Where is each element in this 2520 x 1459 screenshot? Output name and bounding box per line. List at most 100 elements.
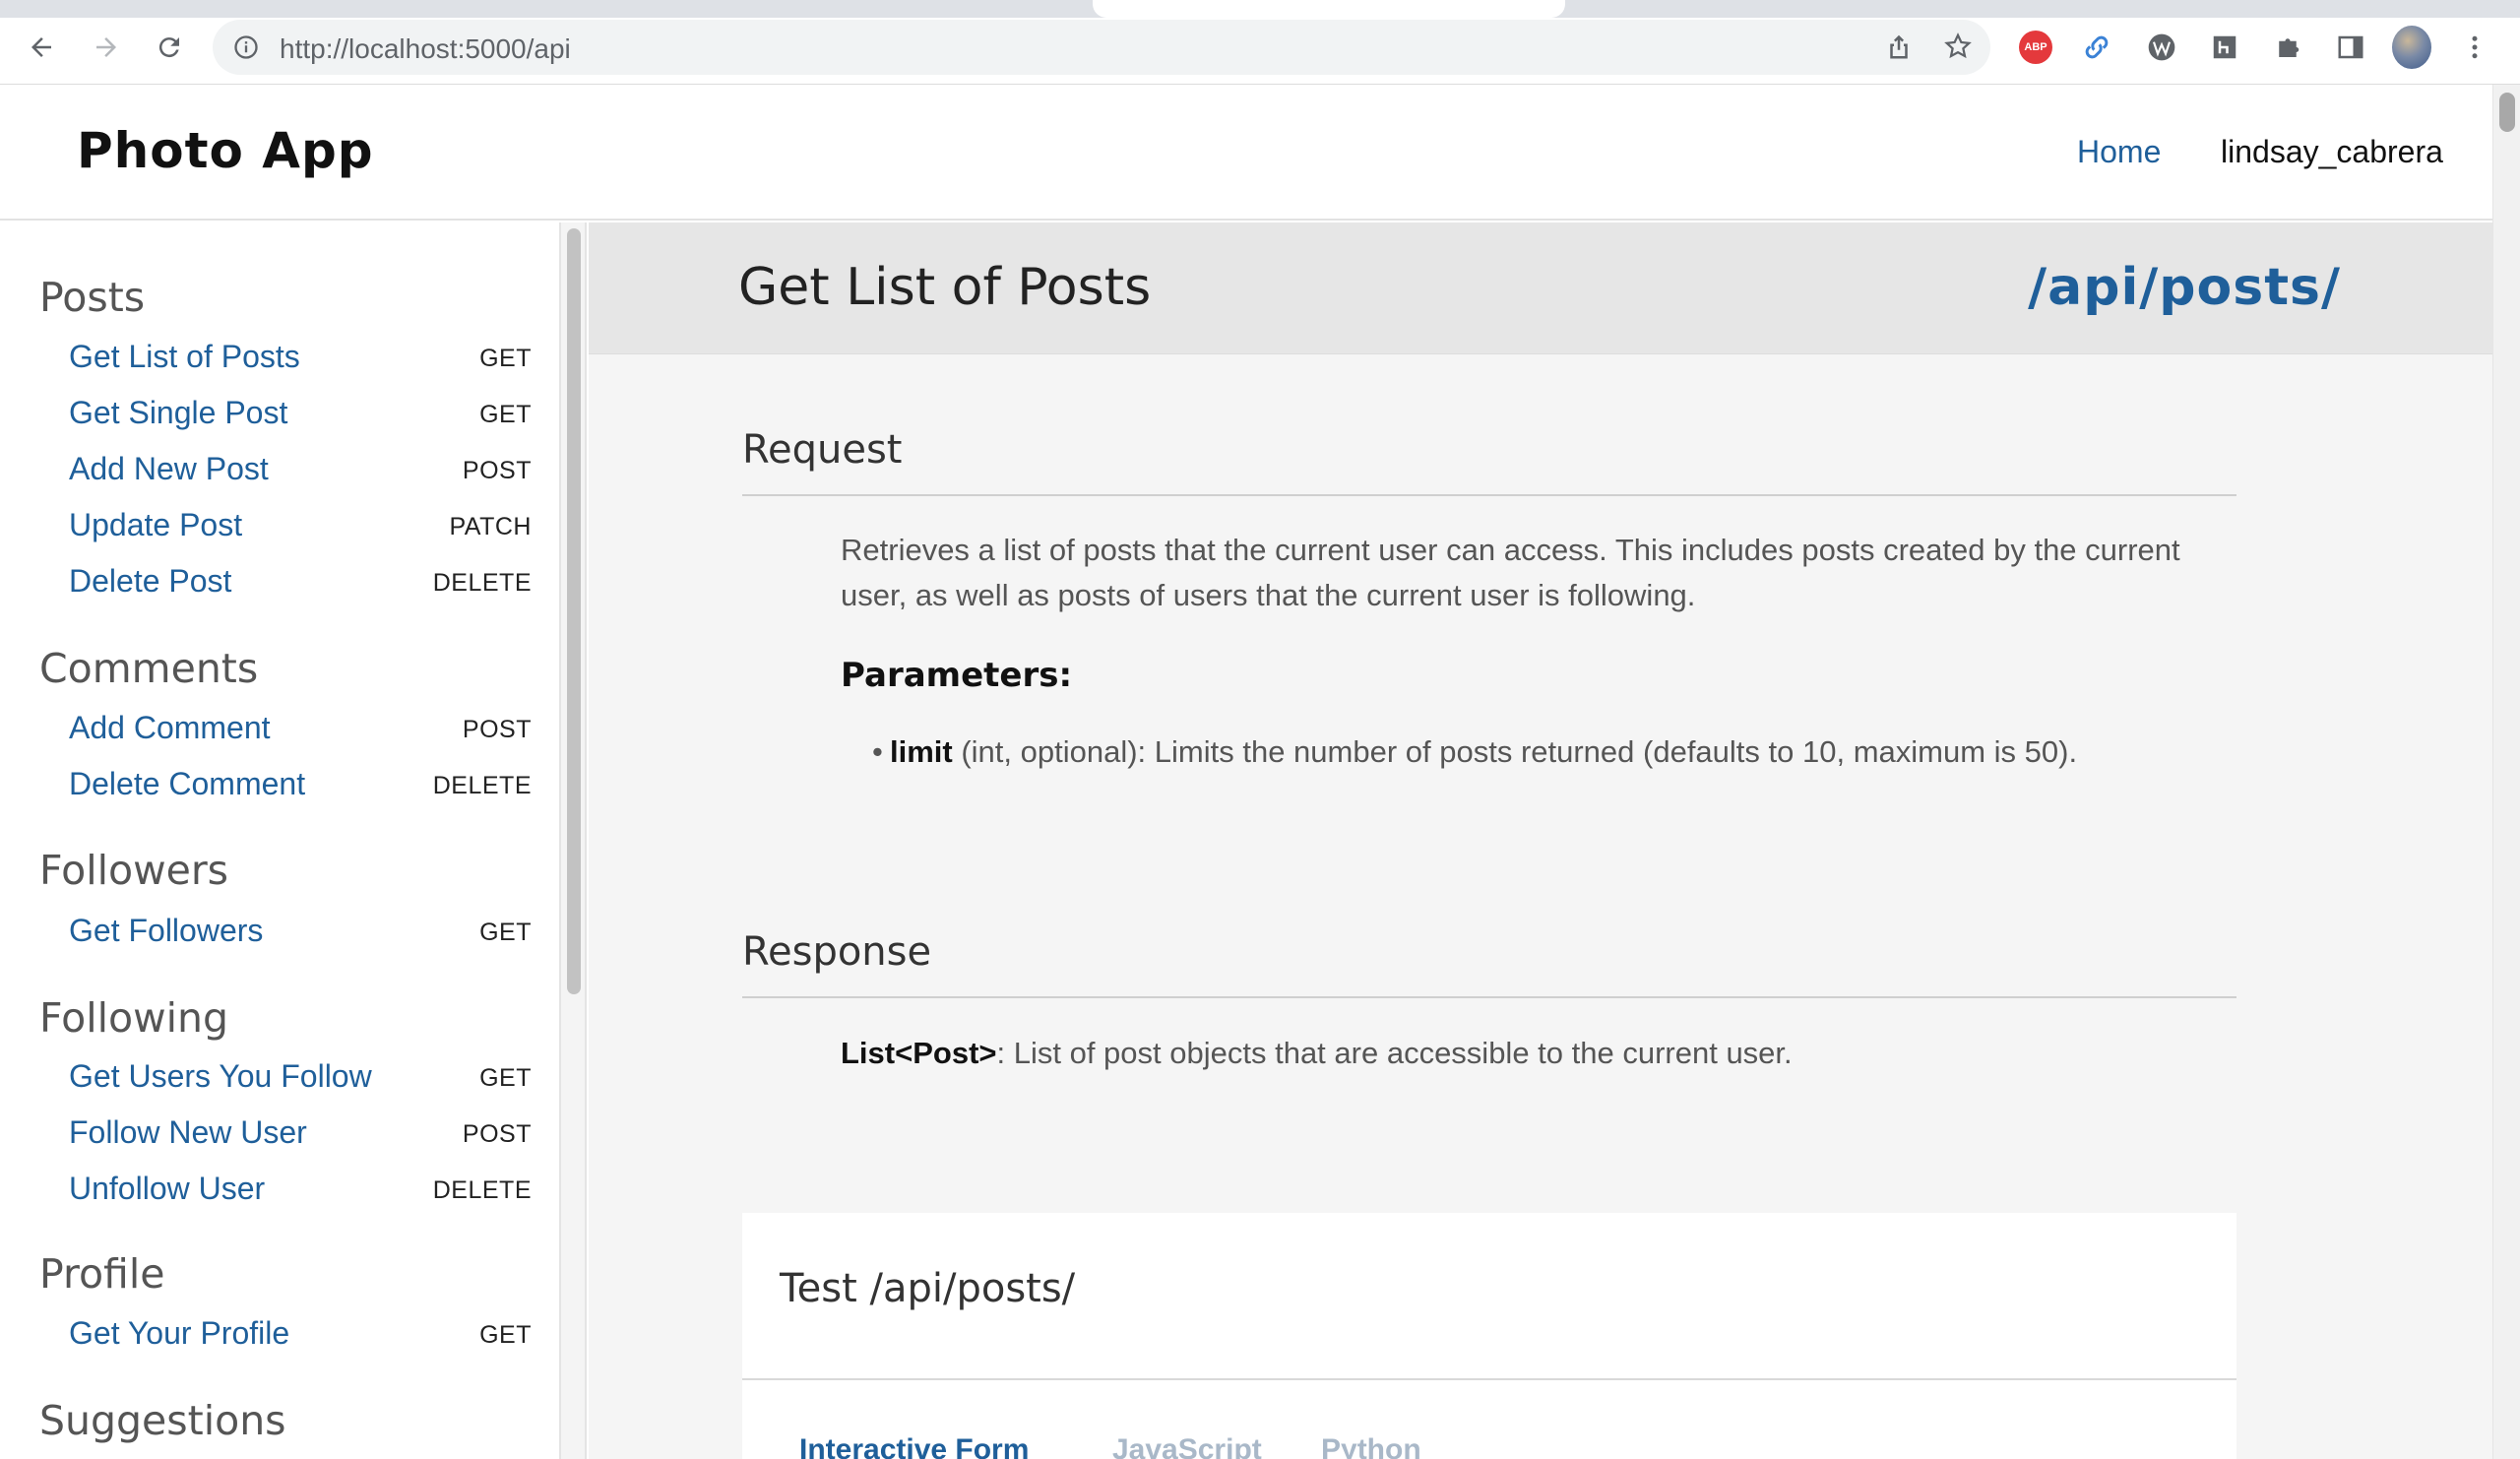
sidebar-section-posts: Posts: [39, 274, 146, 321]
tab-javascript[interactable]: JavaScript: [1112, 1433, 1262, 1459]
tab-interactive-form[interactable]: Interactive Form: [799, 1433, 1029, 1459]
sidebar-item-label: Get Users You Follow: [69, 1058, 372, 1094]
side-panel-icon: [2338, 35, 2363, 59]
sidebar-item-label: Update Post: [69, 507, 243, 542]
tab-python[interactable]: Python: [1321, 1433, 1421, 1459]
response-text: : List of post objects that are accessib…: [996, 1036, 1793, 1070]
sidebar-item-add-new-post[interactable]: Add New Post POST: [69, 447, 532, 492]
browser-menu-button[interactable]: [2455, 28, 2494, 67]
sidebar-item-label: Add New Post: [69, 451, 269, 486]
sidebar-section-followers: Followers: [39, 847, 229, 894]
browser-tab-active[interactable]: [1093, 0, 1565, 18]
current-username[interactable]: lindsay_cabrera: [2221, 134, 2443, 170]
share-icon[interactable]: [1884, 32, 1914, 66]
bookmark-star-icon[interactable]: [1943, 32, 1973, 66]
sidebar-item-get-followers[interactable]: Get Followers GET: [69, 909, 532, 954]
tab-strip: [0, 0, 2520, 18]
sidebar-nav: Posts Get List of Posts GET Get Single P…: [0, 222, 561, 1459]
parameter-description: (int, optional): Limits the number of po…: [952, 734, 2078, 769]
sidebar-item-label: Get List of Posts: [69, 339, 300, 374]
sidebar-item-get-your-profile[interactable]: Get Your Profile GET: [69, 1311, 532, 1357]
test-panel-title: Test /api/posts/: [780, 1266, 1076, 1311]
link-extension[interactable]: [2077, 28, 2116, 67]
sidebar-item-follow-new-user[interactable]: Follow New User POST: [69, 1110, 532, 1156]
nav-home-link[interactable]: Home: [2077, 134, 2161, 170]
endpoint-path: /api/posts/: [2028, 258, 2341, 317]
sidebar-item-unfollow-user[interactable]: Unfollow User DELETE: [69, 1167, 532, 1212]
sidebar-item-label: Add Comment: [69, 710, 271, 745]
hn-icon: [2213, 35, 2236, 59]
page-scrollbar-thumb[interactable]: [2499, 93, 2515, 132]
app-header: Photo App Home lindsay_cabrera: [0, 85, 2492, 221]
sidebar-item-label: Get Single Post: [69, 395, 288, 430]
page-scrollbar[interactable]: [2492, 85, 2520, 1459]
sidebar-item-get-users-you-follow[interactable]: Get Users You Follow GET: [69, 1054, 532, 1100]
kebab-menu-icon: [2472, 35, 2478, 59]
sidebar-item-get-single-post[interactable]: Get Single Post GET: [69, 391, 532, 436]
http-method-badge: GET: [479, 345, 532, 372]
sidebar-item-delete-post[interactable]: Delete Post DELETE: [69, 559, 532, 604]
http-method-badge: PATCH: [449, 513, 532, 540]
app-brand[interactable]: Photo App: [77, 122, 374, 179]
sidebar-item-label: Unfollow User: [69, 1171, 266, 1206]
back-button[interactable]: [22, 28, 61, 67]
response-description: List<Post>: List of post objects that ar…: [841, 1036, 2219, 1071]
http-method-badge: POST: [462, 457, 532, 484]
http-method-badge: DELETE: [432, 1176, 532, 1204]
sidebar-section-profile: Profile: [39, 1250, 165, 1298]
arrow-left-icon: [32, 37, 51, 57]
request-divider: [742, 494, 2236, 496]
response-type: List<Post>: [841, 1036, 997, 1070]
test-panel-divider: [742, 1378, 2236, 1380]
address-bar[interactable]: http://localhost:5000/api: [213, 20, 1990, 75]
info-icon[interactable]: [232, 33, 260, 66]
sidebar-item-delete-comment[interactable]: Delete Comment DELETE: [69, 762, 532, 807]
browser-chrome: http://localhost:5000/api ABP: [0, 0, 2520, 85]
request-description: Retrieves a list of posts that the curre…: [841, 533, 2180, 612]
sidebar-item-label: Delete Comment: [69, 766, 306, 801]
avatar: [2392, 26, 2431, 69]
http-method-badge: POST: [462, 1120, 532, 1148]
side-panel-button[interactable]: [2331, 28, 2370, 67]
response-divider: [742, 996, 2236, 998]
sidebar-item-label: Follow New User: [69, 1114, 307, 1150]
http-method-badge: GET: [479, 919, 532, 946]
puzzle-icon: [2279, 35, 2300, 57]
sidebar-item-get-list-of-posts[interactable]: Get List of Posts GET: [69, 335, 532, 380]
sidebar-section-following: Following: [39, 994, 229, 1042]
extensions-button[interactable]: [2268, 28, 2307, 67]
test-panel: Test /api/posts/ Interactive Form JavaSc…: [742, 1213, 2236, 1459]
http-method-badge: GET: [479, 1321, 532, 1349]
sidebar-item-label: Delete Post: [69, 563, 232, 599]
endpoint-title-band: Get List of Posts /api/posts/: [589, 222, 2492, 354]
url-rest: :5000/api: [457, 33, 571, 64]
link-icon: [2085, 35, 2109, 59]
sidebar-item-label: Get Followers: [69, 913, 264, 948]
sidebar-scrollbar-thumb[interactable]: [567, 228, 581, 994]
parameters-heading: Parameters:: [841, 656, 1073, 695]
sidebar-item-update-post[interactable]: Update Post PATCH: [69, 503, 532, 548]
forward-button[interactable]: [87, 28, 126, 67]
http-method-badge: GET: [479, 401, 532, 428]
hn-extension[interactable]: [2205, 28, 2244, 67]
url-host: http://localhost: [280, 33, 458, 64]
bullet-icon: •: [872, 734, 883, 769]
profile-avatar-button[interactable]: [2392, 26, 2431, 69]
page-title: Get List of Posts: [738, 258, 1152, 317]
sidebar-item-label: Get Your Profile: [69, 1315, 290, 1351]
adblock-extension[interactable]: ABP: [2016, 28, 2055, 67]
http-method-badge: POST: [462, 716, 532, 743]
response-heading: Response: [742, 929, 932, 975]
sidebar-item-add-comment[interactable]: Add Comment POST: [69, 706, 532, 751]
reload-icon: [158, 37, 179, 58]
wordpress-extension[interactable]: [2142, 28, 2181, 67]
url-text[interactable]: http://localhost:5000/api: [280, 33, 571, 65]
sidebar-section-suggestions: Suggestions: [39, 1397, 286, 1444]
sidebar-scrollbar[interactable]: [561, 222, 587, 1459]
http-method-badge: GET: [479, 1064, 532, 1092]
main-content: Get List of Posts /api/posts/ Request Re…: [589, 222, 2492, 1459]
request-heading: Request: [742, 427, 903, 473]
http-method-badge: DELETE: [432, 772, 532, 799]
reload-button[interactable]: [150, 28, 189, 67]
adblock-icon: ABP: [2019, 31, 2052, 64]
